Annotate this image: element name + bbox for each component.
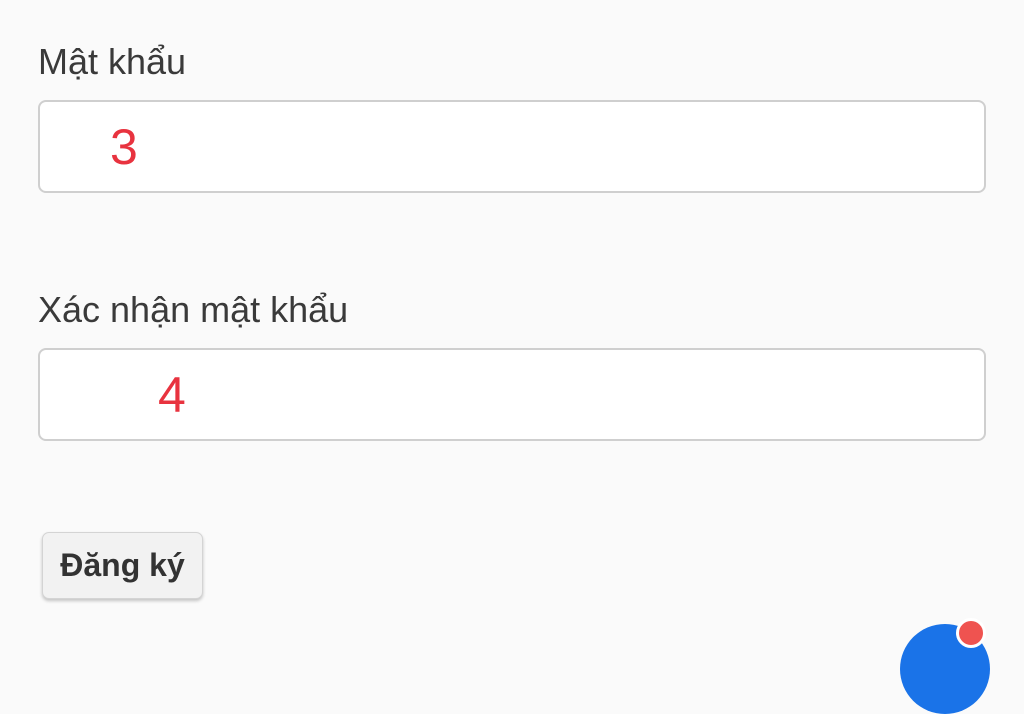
step-marker-3: 3 — [110, 119, 138, 175]
password-label: Mật khẩu — [38, 41, 187, 82]
password-input[interactable]: 3 — [38, 100, 986, 193]
notification-dot-icon — [956, 618, 986, 648]
confirm-password-input[interactable]: 4 — [38, 348, 986, 441]
confirm-password-label: Xác nhận mật khẩu — [38, 289, 349, 330]
step-marker-4: 4 — [158, 367, 186, 423]
floating-chat-widget[interactable] — [890, 612, 1000, 714]
register-button[interactable]: Đăng ký — [42, 532, 203, 599]
